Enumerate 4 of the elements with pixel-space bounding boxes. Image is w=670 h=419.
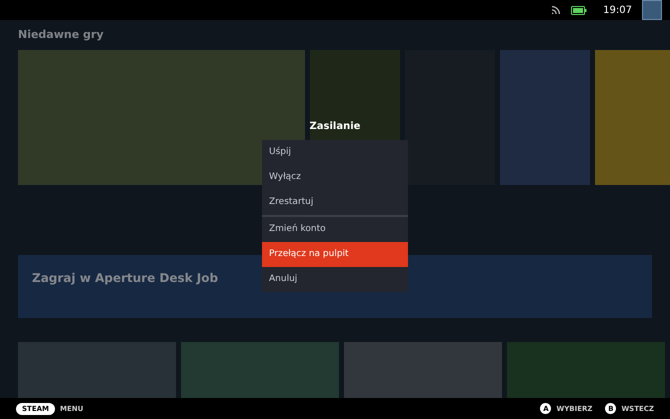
- dialog-title: Zasilanie: [308, 120, 362, 134]
- banner-title: Zagraj w Aperture Desk Job: [32, 271, 218, 286]
- clock-time: 19:07: [603, 4, 632, 16]
- section-heading: Niedawne gry: [18, 28, 104, 44]
